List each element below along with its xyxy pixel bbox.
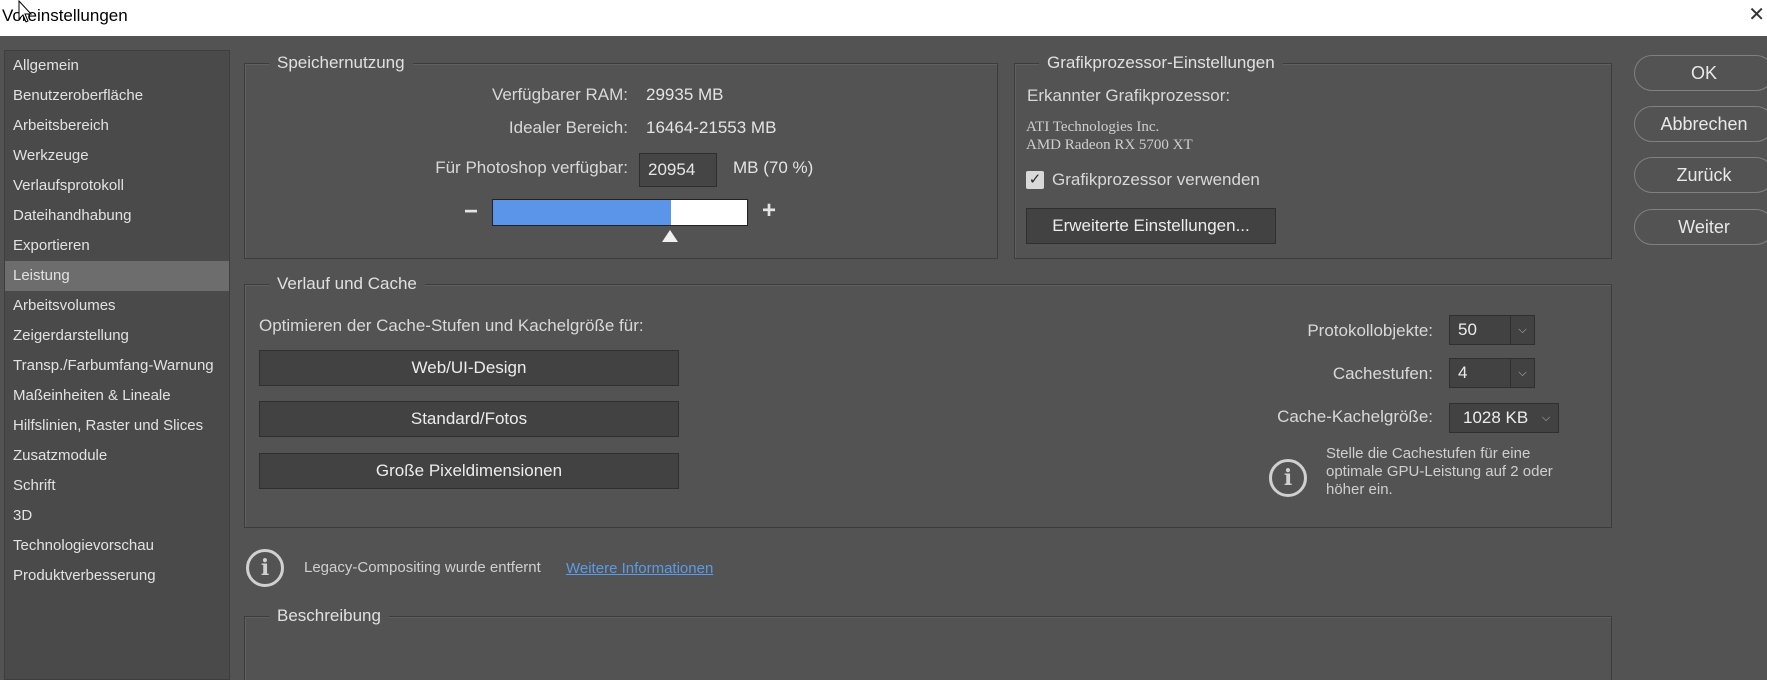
ok-button[interactable]: OK <box>1634 55 1767 91</box>
web-ui-design-button[interactable]: Web/UI-Design <box>259 350 679 386</box>
photoshop-available-label: Für Photoshop verfügbar: <box>435 158 628 177</box>
photoshop-memory-input[interactable]: 20954 <box>639 153 717 187</box>
sidebar-nav: Allgemein Benutzeroberfläche Arbeitsbere… <box>4 50 230 680</box>
next-button[interactable]: Weiter <box>1634 209 1767 245</box>
advanced-settings-button[interactable]: Erweiterte Einstellungen... <box>1026 208 1276 244</box>
sidebar-item-farbumfang-warnung[interactable]: Transp./Farbumfang-Warnung <box>5 351 229 381</box>
gpu-vendor: ATI Technologies Inc. <box>1026 119 1160 135</box>
legacy-compositing-text: Legacy-Compositing wurde entfernt <box>304 559 541 576</box>
sidebar-item-arbeitsvolumes[interactable]: Arbeitsvolumes <box>5 291 229 321</box>
standard-photos-button[interactable]: Standard/Fotos <box>259 401 679 437</box>
sidebar-item-allgemein[interactable]: Allgemein <box>5 51 229 81</box>
history-states-select[interactable]: 50 ⌵ <box>1449 315 1535 345</box>
sidebar-item-dateihandhabung[interactable]: Dateihandhabung <box>5 201 229 231</box>
more-info-link[interactable]: Weitere Informationen <box>566 560 713 578</box>
sidebar-item-hilfslinien[interactable]: Hilfslinien, Raster und Slices <box>5 411 229 441</box>
history-states-value: 50 <box>1458 320 1477 339</box>
optimize-cache-label: Optimieren der Cache-Stufen und Kachelgr… <box>259 316 644 335</box>
memory-slider-track[interactable] <box>492 199 748 226</box>
cache-info-text-3: höher ein. <box>1326 481 1393 498</box>
info-icon: i <box>246 549 284 587</box>
ideal-range-value: 16464-21553 MB <box>646 118 777 137</box>
cache-info-text-1: Stelle die Cachestufen für eine <box>1326 445 1531 462</box>
history-states-label: Protokollobjekte: <box>1307 321 1433 340</box>
mouse-cursor-icon <box>18 0 33 23</box>
description-title: Beschreibung <box>269 606 389 626</box>
back-button[interactable]: Zurück <box>1634 157 1767 193</box>
memory-slider-fill <box>493 200 671 225</box>
use-gpu-checkbox[interactable]: ✓ <box>1026 171 1044 189</box>
chevron-down-icon: ⌵ <box>1510 316 1534 344</box>
sidebar-item-arbeitsbereich[interactable]: Arbeitsbereich <box>5 111 229 141</box>
gpu-model: AMD Radeon RX 5700 XT <box>1026 137 1193 153</box>
history-cache-title: Verlauf und Cache <box>269 274 425 294</box>
title-bar: Voreinstellungen ✕ <box>0 0 1767 36</box>
sidebar-item-technologievorschau[interactable]: Technologievorschau <box>5 531 229 561</box>
cache-tile-size-value: 1028 KB <box>1463 408 1529 427</box>
memory-decrease-icon[interactable]: − <box>464 198 478 226</box>
chevron-down-icon: ⌵ <box>1541 412 1551 424</box>
cache-levels-value: 4 <box>1458 363 1468 382</box>
memory-slider-thumb-icon[interactable] <box>662 230 678 242</box>
chevron-down-icon: ⌵ <box>1510 359 1534 387</box>
memory-increase-icon[interactable]: + <box>762 197 776 225</box>
cache-tile-size-select[interactable]: 1028 KB ⌵ <box>1449 403 1559 433</box>
sidebar-item-3d[interactable]: 3D <box>5 501 229 531</box>
sidebar-item-produktverbesserung[interactable]: Produktverbesserung <box>5 561 229 591</box>
ideal-range-label: Idealer Bereich: <box>508 118 628 137</box>
cache-tile-size-label: Cache-Kachelgröße: <box>1277 407 1433 426</box>
use-gpu-label: Grafikprozessor verwenden <box>1052 170 1260 189</box>
sidebar-item-benutzeroberflaeche[interactable]: Benutzeroberfläche <box>5 81 229 111</box>
gpu-panel-title: Grafikprozessor-Einstellungen <box>1039 53 1283 73</box>
photoshop-memory-unit: MB (70 %) <box>733 158 814 177</box>
cache-levels-label: Cachestufen: <box>1332 364 1433 383</box>
available-ram-label: Verfügbarer RAM: <box>491 85 628 104</box>
sidebar-item-exportieren[interactable]: Exportieren <box>5 231 229 261</box>
detected-gpu-label: Erkannter Grafikprozessor: <box>1027 86 1231 105</box>
large-pixel-dimensions-button[interactable]: Große Pixeldimensionen <box>259 453 679 489</box>
close-icon[interactable]: ✕ <box>1748 2 1765 27</box>
sidebar-item-zeigerdarstellung[interactable]: Zeigerdarstellung <box>5 321 229 351</box>
available-ram-value: 29935 MB <box>646 85 724 104</box>
description-panel: Beschreibung <box>244 606 1612 680</box>
sidebar-item-masseinheiten[interactable]: Maßeinheiten & Lineale <box>5 381 229 411</box>
cancel-button[interactable]: Abbrechen <box>1634 106 1767 142</box>
sidebar-item-werkzeuge[interactable]: Werkzeuge <box>5 141 229 171</box>
sidebar-item-schrift[interactable]: Schrift <box>5 471 229 501</box>
sidebar-item-zusatzmodule[interactable]: Zusatzmodule <box>5 441 229 471</box>
sidebar-item-leistung[interactable]: Leistung <box>5 261 229 291</box>
cache-info-text-2: optimale GPU-Leistung auf 2 oder <box>1326 463 1553 480</box>
memory-panel-title: Speichernutzung <box>269 53 413 73</box>
info-icon: i <box>1269 459 1307 497</box>
sidebar-item-verlaufsprotokoll[interactable]: Verlaufsprotokoll <box>5 171 229 201</box>
cache-levels-select[interactable]: 4 ⌵ <box>1449 358 1535 388</box>
